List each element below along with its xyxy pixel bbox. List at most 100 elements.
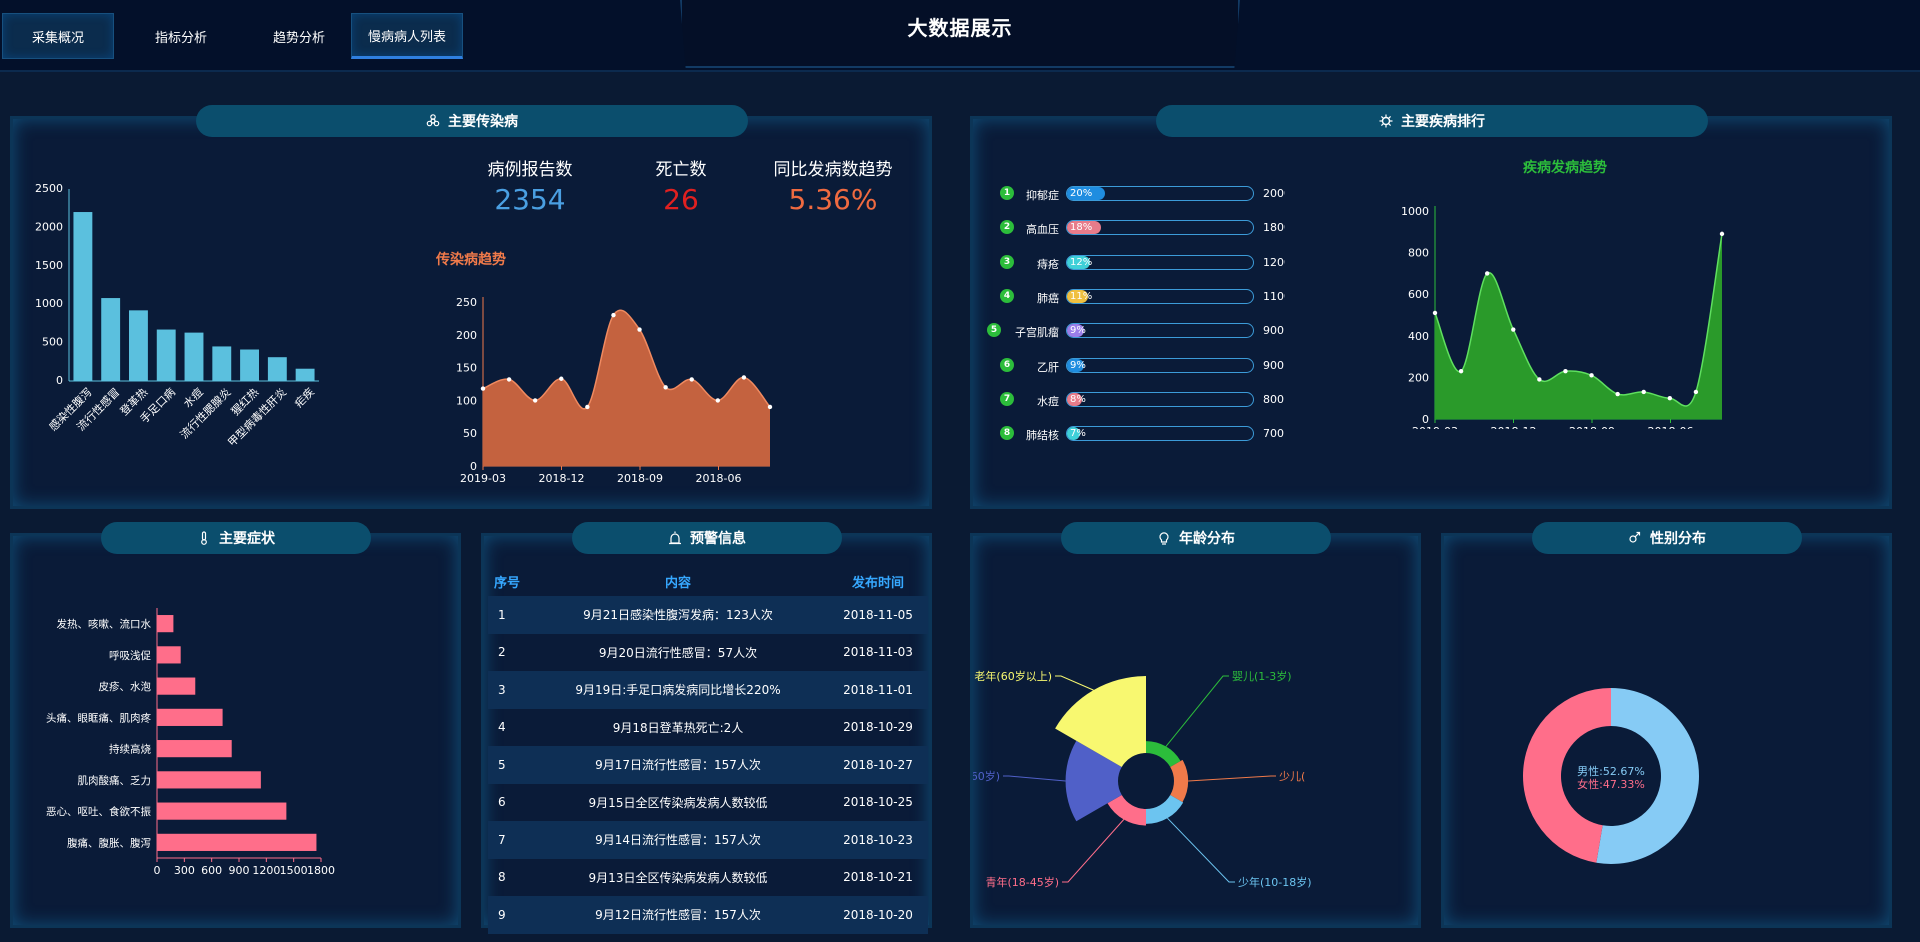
data-point	[1589, 373, 1594, 378]
row-content: 9月21日感染性腹泻发病：123人次	[583, 608, 773, 623]
header-content: 内容	[664, 575, 691, 591]
slice-label: 青年(18-45岁)	[985, 875, 1059, 889]
ranking-row: 5 子宫肌瘤 9% 900	[973, 321, 1373, 341]
panel-title: 年龄分布	[1179, 531, 1235, 547]
disease-value: 1100	[1263, 289, 1285, 303]
bar	[129, 310, 148, 381]
data-point	[1484, 271, 1490, 276]
x-tick-label: 2018-06	[1648, 425, 1694, 429]
data-point	[585, 404, 590, 410]
label-leader	[1003, 775, 1066, 782]
table-row[interactable]: 7 9月14日流行性感冒：157人次 2018-10-23	[488, 821, 928, 859]
disease-name: 水痘	[1037, 394, 1059, 408]
row-index: 6	[498, 795, 506, 810]
data-point	[506, 377, 512, 382]
y-tick-label: 250	[456, 296, 477, 309]
ranking-row: 8 肺结核 7% 700	[973, 424, 1373, 444]
tab-chronic-patient-list[interactable]: 慢病病人列表	[351, 13, 463, 59]
x-tick-label: 900	[229, 864, 250, 877]
table-row[interactable]: 6 9月15日全区传染病发病人数较低 2018-10-25	[488, 784, 928, 822]
y-tick-label: 呼吸浅促	[109, 649, 151, 662]
progress-percent: 20%	[1070, 188, 1093, 199]
x-tick-label: 600	[201, 864, 222, 877]
row-date: 2018-11-01	[843, 682, 913, 697]
x-tick-label: 水痘	[180, 385, 205, 410]
kpi-label-cases: 病例报告数	[487, 160, 573, 180]
bar	[267, 357, 287, 381]
rank-badge: 5	[987, 323, 1001, 338]
age-rose-chart: 婴儿(1-3岁) 少儿(少年(10-18岁) 青年(18-45岁) 60岁) 老年(60…	[973, 669, 1312, 889]
slice-label: 60岁)	[973, 769, 1000, 783]
bar	[157, 646, 181, 664]
progress-track: 12%	[1066, 254, 1254, 270]
data-point	[1641, 389, 1646, 395]
x-tick-label: 300	[174, 864, 195, 877]
y-tick-label: 1000	[1401, 205, 1429, 218]
disease-trend-title: 疾病发病趋势	[1523, 160, 1607, 176]
infectious-trend-title: 传染病趋势	[436, 252, 506, 268]
x-tick-label: 2018-12	[1491, 425, 1537, 429]
progress-percent: 8%	[1070, 393, 1086, 405]
x-tick-label: 2018-12	[539, 472, 585, 485]
disease-name: 痔疮	[1037, 257, 1059, 271]
slice-label: 老年(60岁以上)	[974, 669, 1052, 683]
row-date: 2018-10-25	[843, 795, 913, 810]
data-point	[1667, 396, 1673, 401]
progress-track: 20%	[1066, 186, 1254, 201]
warning-table: 序号 内容 发布时间 1 9月21日感染性腹泻发病：123人次 2018-11-05…	[488, 566, 928, 934]
data-point	[532, 398, 538, 403]
tab-collection-overview[interactable]: 采集概况	[2, 13, 114, 59]
table-row[interactable]: 1 9月21日感染性腹泻发病：123人次 2018-11-05	[488, 596, 928, 634]
bar	[240, 349, 259, 381]
y-tick-label: 500	[42, 336, 63, 349]
table-row[interactable]: 9 9月12日流行性感冒：157人次 2018-10-20	[488, 896, 928, 934]
table-row[interactable]: 5 9月17日流行性感冒：157人次 2018-10-27	[488, 746, 928, 784]
data-point	[767, 404, 773, 410]
rose-slice	[1055, 676, 1146, 767]
row-date: 2018-11-05	[843, 607, 913, 622]
y-tick-label: 0	[56, 374, 63, 387]
row-date: 2018-10-23	[843, 832, 913, 847]
y-tick-label: 1000	[35, 297, 63, 310]
x-tick-label: 1800	[307, 864, 335, 877]
data-point	[1458, 368, 1464, 374]
row-date: 2018-10-27	[843, 757, 913, 772]
disease-value: 2000	[1263, 187, 1285, 200]
data-point	[1432, 310, 1438, 316]
panel-title: 主要疾病排行	[1401, 114, 1485, 130]
disease-name: 高血压	[1026, 223, 1059, 237]
tab-indicator-analysis[interactable]: 指标分析	[125, 13, 237, 59]
progress-track: 7%	[1066, 426, 1254, 442]
progress-percent: 12%	[1070, 256, 1093, 268]
progress-track: 9%	[1066, 323, 1254, 339]
progress-track: 11%	[1066, 288, 1254, 304]
panel-header: 主要症状	[101, 522, 371, 554]
disease-name: 抑郁症	[1026, 189, 1059, 202]
alarm-icon	[669, 531, 681, 545]
kpi-label-deaths: 死亡数	[655, 160, 707, 180]
kpi-value-deaths: 26	[663, 183, 699, 216]
data-point	[1537, 377, 1542, 382]
row-index: 9	[498, 907, 506, 922]
table-row[interactable]: 3 9月19日:手足口病发病同比增长220% 2018-11-01	[488, 671, 928, 709]
rank-badge: 3	[1000, 254, 1014, 269]
table-header: 序号 内容 发布时间	[488, 566, 928, 596]
label-leader	[1062, 819, 1125, 883]
panel-title: 主要症状	[219, 531, 275, 547]
progress-percent: 9%	[1070, 325, 1086, 337]
kpi-label-yoy: 同比发病数趋势	[773, 160, 893, 180]
table-row[interactable]: 4 9月18日登革热死亡:2人 2018-10-29	[488, 709, 928, 747]
page-title: 大数据展示	[907, 16, 1013, 40]
table-row[interactable]: 2 9月20日流行性感冒：57人次 2018-11-03	[488, 634, 928, 672]
row-content: 9月12日流行性感冒：157人次	[595, 908, 761, 923]
slice-label: 少儿(	[1279, 770, 1305, 783]
x-tick-label: 0	[154, 864, 161, 877]
y-tick-label: 恶心、呕吐、食欲不振	[46, 805, 151, 818]
panel-gender-distribution: 性别分布 男性:52.67% 女性:47.33%	[1441, 522, 1892, 928]
y-tick-label: 头痛、眼眶痛、肌肉疼	[46, 711, 151, 724]
table-row[interactable]: 8 9月13日全区传染病发病人数较低 2018-10-21	[488, 859, 928, 897]
label-leader	[1165, 675, 1229, 747]
infectious-trend-chart: 0501001502002502019-03 2018-12 2018-09 2018…	[456, 296, 773, 485]
row-date: 2018-10-21	[843, 870, 913, 885]
tab-trend-analysis[interactable]: 趋势分析	[243, 13, 355, 59]
